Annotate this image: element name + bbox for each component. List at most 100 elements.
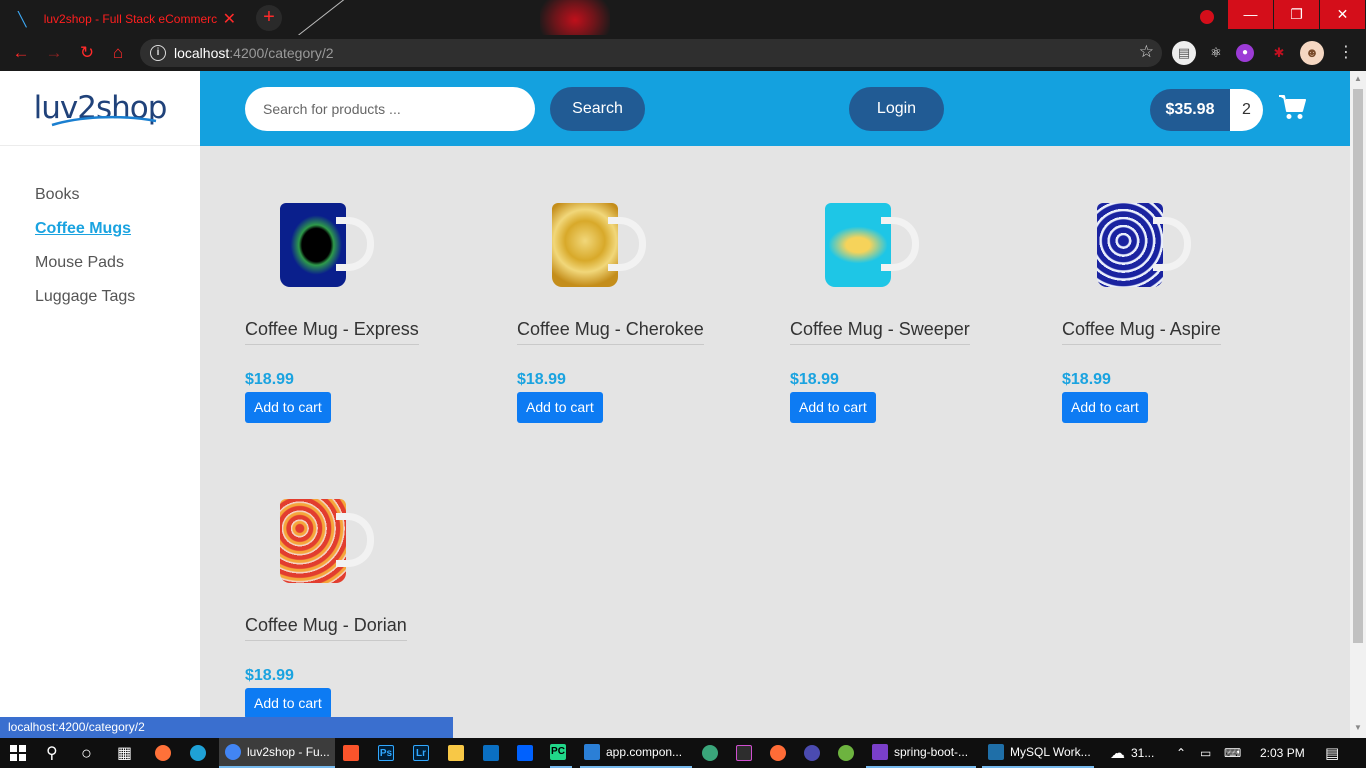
weather-widget[interactable]: ☁ 31... (1110, 738, 1154, 768)
product-name[interactable]: Coffee Mug - Cherokee (517, 319, 704, 345)
back-arrow-icon[interactable]: ← (9, 41, 33, 65)
browser-menu-icon[interactable]: ⋮ (1334, 41, 1358, 65)
category-menu: Books Coffee Mugs Mouse Pads Luggage Tag… (0, 146, 200, 307)
cart-total[interactable]: $35.98 (1150, 89, 1230, 131)
page-viewport: luv2shop Books Coffee Mugs Mouse Pads Lu… (0, 71, 1350, 738)
address-bar[interactable]: i localhost:4200/category/2 ☆ (140, 39, 1162, 67)
mail-icon[interactable] (483, 738, 505, 768)
url-host: localhost (174, 45, 230, 61)
browser-extension-indicator-icon[interactable] (1198, 8, 1216, 26)
wallpaper-glow (540, 0, 610, 35)
product-name[interactable]: Coffee Mug - Express (245, 319, 419, 345)
notifications-icon[interactable]: ▤ (1325, 738, 1339, 768)
new-tab-icon[interactable]: + (256, 5, 282, 31)
scrollbar-thumb[interactable] (1353, 89, 1363, 643)
sidebar-item-mouse-pads[interactable]: Mouse Pads (35, 254, 200, 273)
dropbox-icon[interactable] (517, 738, 539, 768)
mug-handle (881, 217, 919, 271)
product-price: $18.99 (245, 371, 294, 388)
site-info-icon[interactable]: i (150, 45, 166, 61)
extension-purple-icon[interactable]: ● (1236, 44, 1254, 62)
sidebar-item-luggage-tags[interactable]: Luggage Tags (35, 288, 200, 307)
product-name[interactable]: Coffee Mug - Aspire (1062, 319, 1221, 345)
taskbar-chrome-window[interactable]: luv2shop - Fu... (219, 738, 335, 768)
keyboard-icon[interactable]: ⌨ (1224, 738, 1241, 768)
sidebar-item-coffee-mugs[interactable]: Coffee Mugs (35, 220, 200, 239)
chrome-icon (225, 744, 241, 760)
taskbar: ⚲ ○ ▦ luv2shop - Fu... Ps Lr PC app.comp… (0, 738, 1366, 768)
search-input[interactable] (245, 87, 535, 131)
link-status-bar: localhost:4200/category/2 (0, 717, 453, 738)
product-image[interactable] (825, 201, 920, 291)
mug-handle (1153, 217, 1191, 271)
product-name[interactable]: Coffee Mug - Dorian (245, 615, 407, 641)
sidebar-item-books[interactable]: Books (35, 186, 200, 205)
search-button[interactable]: Search (550, 87, 645, 131)
postman-icon[interactable] (770, 738, 792, 768)
battery-icon[interactable]: ▭ (1200, 738, 1211, 768)
bookmark-star-icon[interactable]: ☆ (1139, 42, 1154, 62)
cortana-circle-icon[interactable]: ○ (81, 738, 92, 768)
home-icon[interactable]: ⌂ (106, 41, 130, 65)
lightroom-icon[interactable]: Lr (413, 738, 435, 768)
add-to-cart-button[interactable]: Add to cart (790, 392, 876, 423)
mysql-workbench-icon (988, 744, 1004, 760)
taskbar-label: spring-boot-... (894, 745, 969, 759)
search-icon[interactable]: ⚲ (46, 738, 58, 768)
minimize-window-icon[interactable]: — (1228, 0, 1273, 29)
mug-handle (336, 513, 374, 567)
weather-temperature: 31... (1131, 746, 1155, 760)
scroll-down-icon[interactable]: ▼ (1353, 723, 1363, 732)
brand-logo[interactable]: luv2shop (0, 71, 200, 146)
browser-tab[interactable]: ╲ luv2shop - Full Stack eCommerce ✕ (8, 3, 246, 35)
add-to-cart-button[interactable]: Add to cart (245, 688, 331, 719)
forward-arrow-icon[interactable]: → (42, 41, 66, 65)
profile-avatar[interactable]: ☻ (1300, 41, 1324, 65)
close-window-icon[interactable]: ✕ (1320, 0, 1365, 29)
edge-icon[interactable] (190, 738, 212, 768)
mug-handle (608, 217, 646, 271)
add-to-cart-button[interactable]: Add to cart (1062, 392, 1148, 423)
product-image[interactable] (1097, 201, 1192, 291)
pycharm-icon[interactable]: PC (550, 738, 572, 768)
firefox-icon[interactable] (155, 738, 177, 768)
add-to-cart-button[interactable]: Add to cart (245, 392, 331, 423)
product-image[interactable] (552, 201, 647, 291)
cloud-icon: ☁ (1110, 745, 1125, 762)
product-name[interactable]: Coffee Mug - Sweeper (790, 319, 970, 345)
product-image[interactable] (280, 201, 375, 291)
product-card: Coffee Mug - Express $18.99 Add to cart (245, 171, 495, 441)
file-explorer-icon[interactable] (448, 738, 470, 768)
add-to-cart-button[interactable]: Add to cart (517, 392, 603, 423)
restore-window-icon[interactable]: ❐ (1274, 0, 1319, 29)
start-windows-icon[interactable] (10, 738, 26, 768)
cart-quantity-badge[interactable]: 2 (1230, 89, 1263, 131)
tray-chevron-up-icon[interactable]: ⌃ (1176, 738, 1186, 768)
terminal-icon[interactable] (736, 738, 758, 768)
page-scrollbar[interactable]: ▲ ▼ (1350, 71, 1366, 738)
app-lines-icon[interactable] (804, 738, 826, 768)
task-view-icon[interactable]: ▦ (117, 738, 132, 768)
product-card: Coffee Mug - Aspire $18.99 Add to cart (1062, 171, 1312, 441)
brave-icon[interactable] (343, 738, 365, 768)
vscode-icon (584, 744, 600, 760)
spring-tool-icon[interactable] (838, 738, 860, 768)
login-button[interactable]: Login (849, 87, 944, 131)
reload-icon[interactable]: ↻ (75, 41, 99, 65)
photoshop-icon[interactable]: Ps (378, 738, 400, 768)
taskbar-intellij-window[interactable]: spring-boot-... (866, 738, 976, 768)
extension-doc-icon[interactable]: ▤ (1172, 41, 1196, 65)
taskbar-vscode-window[interactable]: app.compon... (580, 738, 692, 768)
shopping-cart-icon[interactable] (1278, 93, 1306, 121)
taskbar-mysql-window[interactable]: MySQL Work... (982, 738, 1094, 768)
scroll-up-icon[interactable]: ▲ (1353, 74, 1363, 83)
product-card: Coffee Mug - Dorian $18.99 Add to cart (245, 467, 495, 737)
mug-handle (336, 217, 374, 271)
system-clock[interactable]: 2:03 PM (1260, 738, 1305, 768)
product-image[interactable] (280, 497, 375, 587)
tab-close-icon[interactable]: ✕ (223, 9, 236, 29)
extension-react-icon[interactable]: ⚛ (1204, 41, 1228, 65)
address-url[interactable]: localhost:4200/category/2 (174, 45, 334, 61)
extensions-puzzle-icon[interactable]: ✱ (1267, 41, 1291, 65)
app-green-icon[interactable] (702, 738, 724, 768)
